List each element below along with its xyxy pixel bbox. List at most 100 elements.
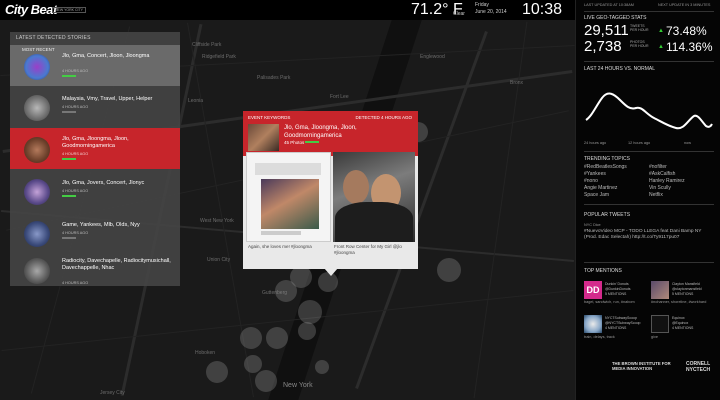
map-label: Jersey City (100, 390, 125, 396)
story-title: Jlo, Gma, Jloongma, Jloon, Goodmorningam… (62, 136, 129, 149)
story-title: Radiocity, Davechapelle, Radiocitymusich… (62, 258, 171, 271)
top-bar: City Beat NEW YORK CITY 71.2° F Clear Fr… (0, 0, 575, 36)
subway-avatar[interactable] (584, 315, 602, 333)
map-label: Englewood (420, 54, 445, 60)
activity-bubble[interactable] (298, 322, 316, 340)
app-logo[interactable]: City Beat (5, 2, 57, 17)
activity-bubble[interactable] (244, 355, 262, 373)
activity-bubble[interactable] (240, 327, 262, 349)
story-thumbnail (24, 179, 50, 205)
geo-stats-title: LIVE GEO-TAGGED STATS (584, 15, 647, 21)
story-time: 4 HOURS AGO (62, 231, 89, 235)
trending-topic[interactable]: #RedBeatlesSongs (584, 164, 627, 170)
map-label: Ridgefield Park (202, 54, 236, 60)
trending-topic[interactable]: #Yankees (584, 171, 606, 177)
photo-count: 45 Photos (284, 140, 305, 145)
mention-count: 4 MENTIONS (605, 326, 627, 330)
chart-title: LAST 24 HOURS VS. NORMAL (584, 66, 656, 72)
story-title: Jlo, Gma, Jovers, Concert, Jlonyc (62, 180, 145, 186)
activity-bubble[interactable] (275, 280, 297, 302)
trending-topic[interactable]: Hanley Ramirez (649, 178, 685, 184)
face-shape (343, 170, 369, 204)
story-time: 4 HOURS AGO (62, 69, 89, 73)
story-item[interactable]: Malaysia, Vmy, Travel, Upper, Helper 4 H… (10, 86, 180, 127)
weather-condition: Clear (453, 11, 465, 17)
popup-header: EVENT KEYWORDS DETECTED 4 HOURS AGO Jlo,… (243, 111, 418, 156)
map-label: Palisades Park (257, 75, 291, 81)
instagram-photo-right[interactable] (333, 152, 415, 242)
up-arrow-icon: ▲ (658, 28, 664, 34)
tweets-percent: 73.48% (666, 24, 707, 38)
photo-caption-left: Again, she loves me! #jloongma (248, 244, 312, 249)
activity-bubble[interactable] (255, 370, 277, 392)
chart-tick: now (684, 141, 691, 145)
event-title: Jlo, Gma, Jloongma, Jloon, Goodmorningam… (284, 125, 357, 139)
stories-panel: LATEST DETECTED STORIES MOST RECENT Jlo,… (10, 32, 180, 286)
mention-desc: bagel, sandwich, run, #nabom (584, 300, 635, 304)
divider (584, 61, 714, 62)
story-time: 4 HOURS AGO (62, 281, 89, 285)
clayton-avatar[interactable] (651, 281, 669, 299)
mention-name: Clayton Mansfield (672, 282, 700, 286)
trending-topic[interactable]: Netflix (649, 192, 663, 198)
dunkin-avatar[interactable]: DD (584, 281, 602, 299)
map-label: Leonia (188, 98, 204, 104)
story-thumbnail (24, 95, 50, 121)
mention-name: Equinox (672, 316, 685, 320)
story-item-selected[interactable]: Jlo, Gma, Jloongma, Jloon, Goodmorningam… (10, 128, 180, 169)
story-thumbnail (24, 54, 50, 80)
trending-topic[interactable]: #nofilter (649, 164, 667, 170)
activity-bubble[interactable] (266, 327, 288, 349)
mention-desc: give (651, 335, 658, 339)
post-caption-strip (261, 231, 301, 235)
photo-activity-bar (305, 141, 319, 143)
mention-handle: @Equinox (672, 321, 689, 325)
story-thumbnail (24, 137, 50, 163)
story-time: 4 HOURS AGO (62, 189, 89, 193)
activity-bubble[interactable] (315, 360, 329, 374)
most-recent-tag: MOST RECENT (22, 47, 55, 52)
story-title: Malaysia, Vmy, Travel, Upper, Helper (62, 96, 153, 102)
map-label: Union City (207, 257, 231, 263)
divider (584, 151, 714, 152)
activity-bubble[interactable] (437, 258, 461, 282)
mention-handle: @claytonmansfield (672, 287, 702, 291)
chart-tick: 24 hours ago (584, 141, 607, 145)
divider (584, 11, 714, 12)
trending-topic[interactable]: Vin Scully (649, 185, 671, 191)
story-item[interactable]: Game, Yankees, Mlb, Olds, Nyy 4 HOURS AG… (10, 212, 180, 253)
trending-topic[interactable]: #nono (584, 178, 598, 184)
detected-time: DETECTED 4 HOURS AGO (355, 115, 412, 120)
city-badge: NEW YORK CITY (52, 7, 86, 13)
weekday: Friday (475, 2, 489, 8)
event-popup[interactable]: EVENT KEYWORDS DETECTED 4 HOURS AGO Jlo,… (243, 111, 418, 269)
map-label: Fort Lee (330, 94, 349, 100)
story-title: Jlo, Gma, Concert, Jloon, Jloongma (62, 53, 150, 59)
story-thumbnail (24, 258, 50, 284)
shoulders-shape (335, 202, 413, 242)
post-image (261, 179, 319, 229)
activity-bubble[interactable] (298, 300, 322, 324)
popup-pointer (324, 268, 338, 276)
mention-name: Dunkin' Donuts (605, 282, 629, 286)
equinox-avatar[interactable] (651, 315, 669, 333)
story-item[interactable]: Radiocity, Davechapelle, Radiocitymusich… (10, 254, 180, 286)
map-street (473, 21, 528, 399)
story-item[interactable]: Jlo, Gma, Jovers, Concert, Jlonyc 4 HOUR… (10, 170, 180, 211)
stories-title: LATEST DETECTED STORIES (16, 35, 91, 41)
mention-handle: @DunkinDonuts (605, 287, 631, 291)
divider (584, 204, 714, 205)
trending-topic[interactable]: Angie Martinez (584, 185, 617, 191)
trending-topic[interactable]: Space Jam (584, 192, 609, 198)
tweet-text[interactable]: #NuevoVideo MCP - TODO LLEGA feat Dani B… (584, 229, 714, 241)
trending-topic[interactable]: #AskCalfish (649, 171, 675, 177)
up-arrow-icon: ▲ (658, 44, 664, 50)
mention-count: 5 MENTIONS (605, 292, 627, 296)
date: June 20, 2014 (475, 9, 507, 15)
story-item[interactable]: MOST RECENT Jlo, Gma, Concert, Jloon, Jl… (10, 45, 180, 86)
mention-count: 5 MENTIONS (672, 292, 694, 296)
chart-tick: 12 hours ago (628, 141, 651, 145)
activity-bubble[interactable] (206, 361, 228, 383)
map-label: Hoboken (195, 350, 216, 356)
instagram-photo-left[interactable] (246, 152, 331, 242)
